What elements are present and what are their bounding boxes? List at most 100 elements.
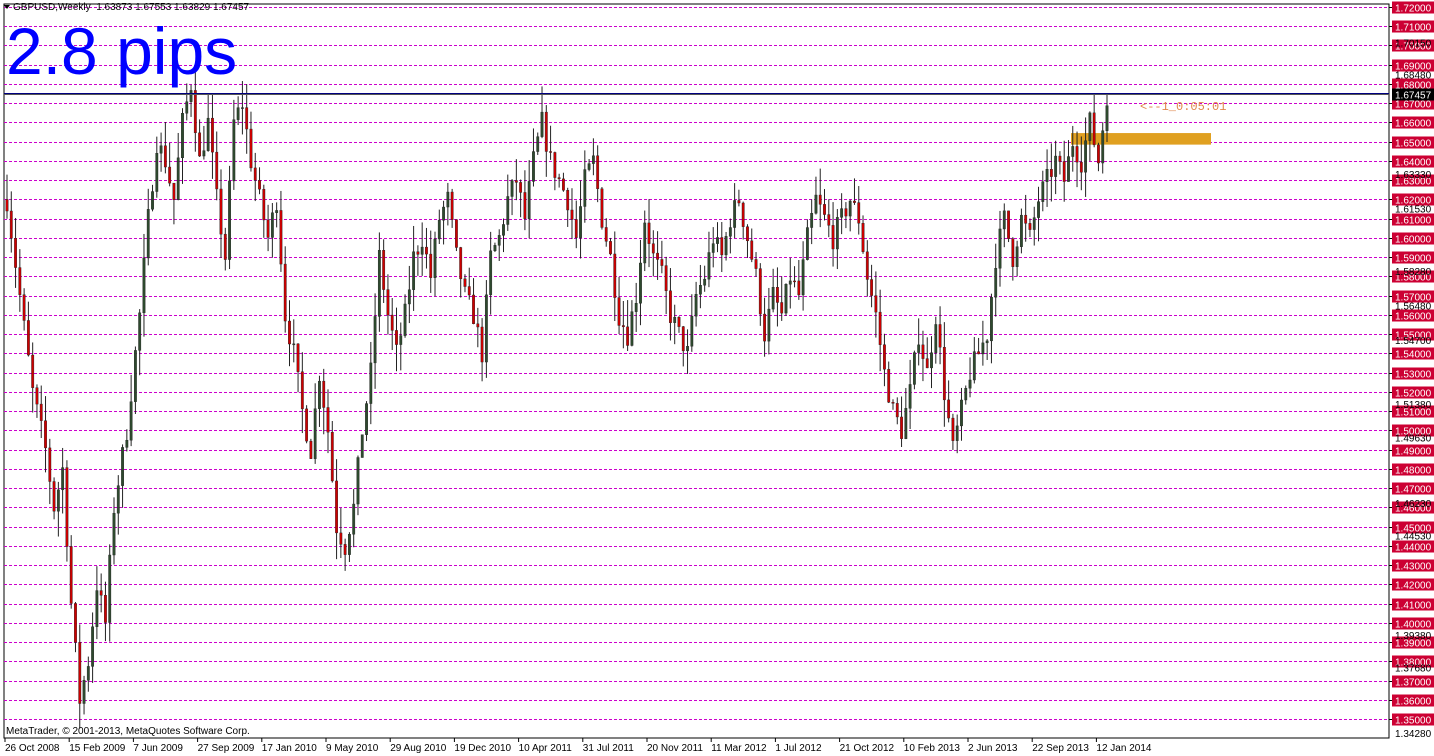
bull-candle xyxy=(840,208,844,218)
bear-candle xyxy=(891,402,895,404)
bear-candle xyxy=(883,344,886,370)
bear-candle xyxy=(797,280,801,296)
x-tick-label: 29 Aug 2010 xyxy=(390,743,447,754)
bear-candle xyxy=(463,278,467,287)
bull-candle xyxy=(181,113,184,159)
bull-candle xyxy=(241,107,244,109)
bear-candle xyxy=(1028,223,1032,230)
bear-candle xyxy=(562,178,565,191)
bear-candle xyxy=(31,354,35,388)
bear-candle xyxy=(823,204,826,215)
bull-candle xyxy=(673,317,677,323)
bear-candle xyxy=(669,290,672,323)
bull-candle xyxy=(433,238,437,278)
y-tick-label: 1.48000 xyxy=(1395,466,1432,477)
bull-candle xyxy=(579,206,582,238)
bear-candle xyxy=(249,128,253,169)
bear-candle xyxy=(549,151,552,153)
bear-candle xyxy=(279,210,283,265)
y-extra-label: 1.56480 xyxy=(1395,302,1432,313)
bear-candle xyxy=(647,222,651,244)
bull-candle xyxy=(86,666,90,681)
y-extra-label: 1.44530 xyxy=(1395,532,1432,543)
bear-candle xyxy=(198,132,202,157)
bear-candle xyxy=(211,117,214,153)
bull-candle xyxy=(1002,210,1006,230)
bear-candle xyxy=(613,253,617,298)
y-extra-label: 1.70150 xyxy=(1395,39,1432,50)
bear-candle xyxy=(395,330,398,345)
bear-candle xyxy=(22,294,26,321)
bear-candle xyxy=(215,151,219,190)
bear-candle xyxy=(288,320,291,345)
bear-candle xyxy=(1079,161,1083,173)
bull-candle xyxy=(583,169,587,207)
bear-candle xyxy=(656,252,659,260)
bull-candle xyxy=(904,408,908,439)
bear-candle xyxy=(523,192,527,219)
chart-header[interactable]: GBPUSD,Weekly 1.63873 1.67553 1.63829 1.… xyxy=(4,2,249,13)
bear-candle xyxy=(476,323,480,328)
bear-candle xyxy=(544,111,548,152)
x-tick-label: 15 Feb 2009 xyxy=(69,743,126,754)
bull-candle xyxy=(733,200,737,228)
bar-countdown: <--1_0:05:01 xyxy=(1140,100,1227,114)
bear-candle xyxy=(763,313,766,342)
bear-candle xyxy=(52,481,56,512)
bear-candle xyxy=(48,447,52,482)
bull-candle xyxy=(968,379,972,389)
bull-candle xyxy=(407,289,411,305)
bear-candle xyxy=(878,311,882,345)
plot-frame xyxy=(3,3,1390,739)
bull-candle xyxy=(964,388,968,401)
bear-candle xyxy=(596,155,600,190)
bear-candle xyxy=(677,317,681,327)
bull-candle xyxy=(399,335,403,345)
x-tick-label: 1 Jul 2012 xyxy=(775,743,822,754)
bear-candle xyxy=(553,152,557,178)
y-tick-label: 1.66000 xyxy=(1395,119,1432,130)
bull-candle xyxy=(202,150,206,157)
bull-candle xyxy=(159,145,163,154)
bear-candle xyxy=(951,417,955,441)
bear-candle xyxy=(245,107,249,130)
bear-candle xyxy=(5,199,9,212)
x-tick-label: 2 Jun 2013 xyxy=(968,743,1018,754)
bull-candle xyxy=(1032,217,1036,230)
bear-candle xyxy=(305,408,309,442)
x-tick-label: 27 Sep 2009 xyxy=(198,743,255,754)
bull-candle xyxy=(639,262,642,304)
bull-candle xyxy=(318,380,321,409)
bear-candle xyxy=(266,219,270,238)
bull-candle xyxy=(1071,146,1075,157)
dropdown-triangle-icon[interactable] xyxy=(4,5,10,10)
y-tick-label: 1.40000 xyxy=(1395,620,1432,631)
bear-candle xyxy=(339,532,343,545)
ohlc-values: 1.63873 1.67553 1.63829 1.67457 xyxy=(96,2,250,13)
y-extra-label: 1.46230 xyxy=(1395,499,1432,510)
y-extra-label: 1.39380 xyxy=(1395,631,1432,642)
bear-candle xyxy=(429,253,433,278)
y-tick-label: 1.49000 xyxy=(1395,447,1432,458)
y-tick-label: 1.35000 xyxy=(1395,716,1432,727)
bull-candle xyxy=(116,485,120,514)
bull-candle xyxy=(532,151,535,182)
bull-candle xyxy=(56,489,60,512)
bull-candle xyxy=(112,512,116,556)
bull-candle xyxy=(805,227,809,260)
x-tick-label: 26 Oct 2008 xyxy=(5,743,60,754)
bear-candle xyxy=(942,347,946,401)
bull-candle xyxy=(784,284,788,314)
bear-candle xyxy=(574,219,578,238)
bull-candle xyxy=(189,90,193,102)
bear-candle xyxy=(600,188,604,228)
bear-candle xyxy=(827,214,831,226)
time-axis: 26 Oct 2008 15 Feb 2009 7 Jun 2009 27 Sep 2… xyxy=(4,738,1152,754)
bull-candle xyxy=(960,399,963,427)
bull-candle xyxy=(365,403,368,435)
bear-candle xyxy=(253,167,257,181)
x-tick-label: 19 Dec 2010 xyxy=(454,743,511,754)
bull-candle xyxy=(1101,130,1105,164)
bull-candle xyxy=(1084,140,1087,173)
bear-candle xyxy=(258,180,261,190)
